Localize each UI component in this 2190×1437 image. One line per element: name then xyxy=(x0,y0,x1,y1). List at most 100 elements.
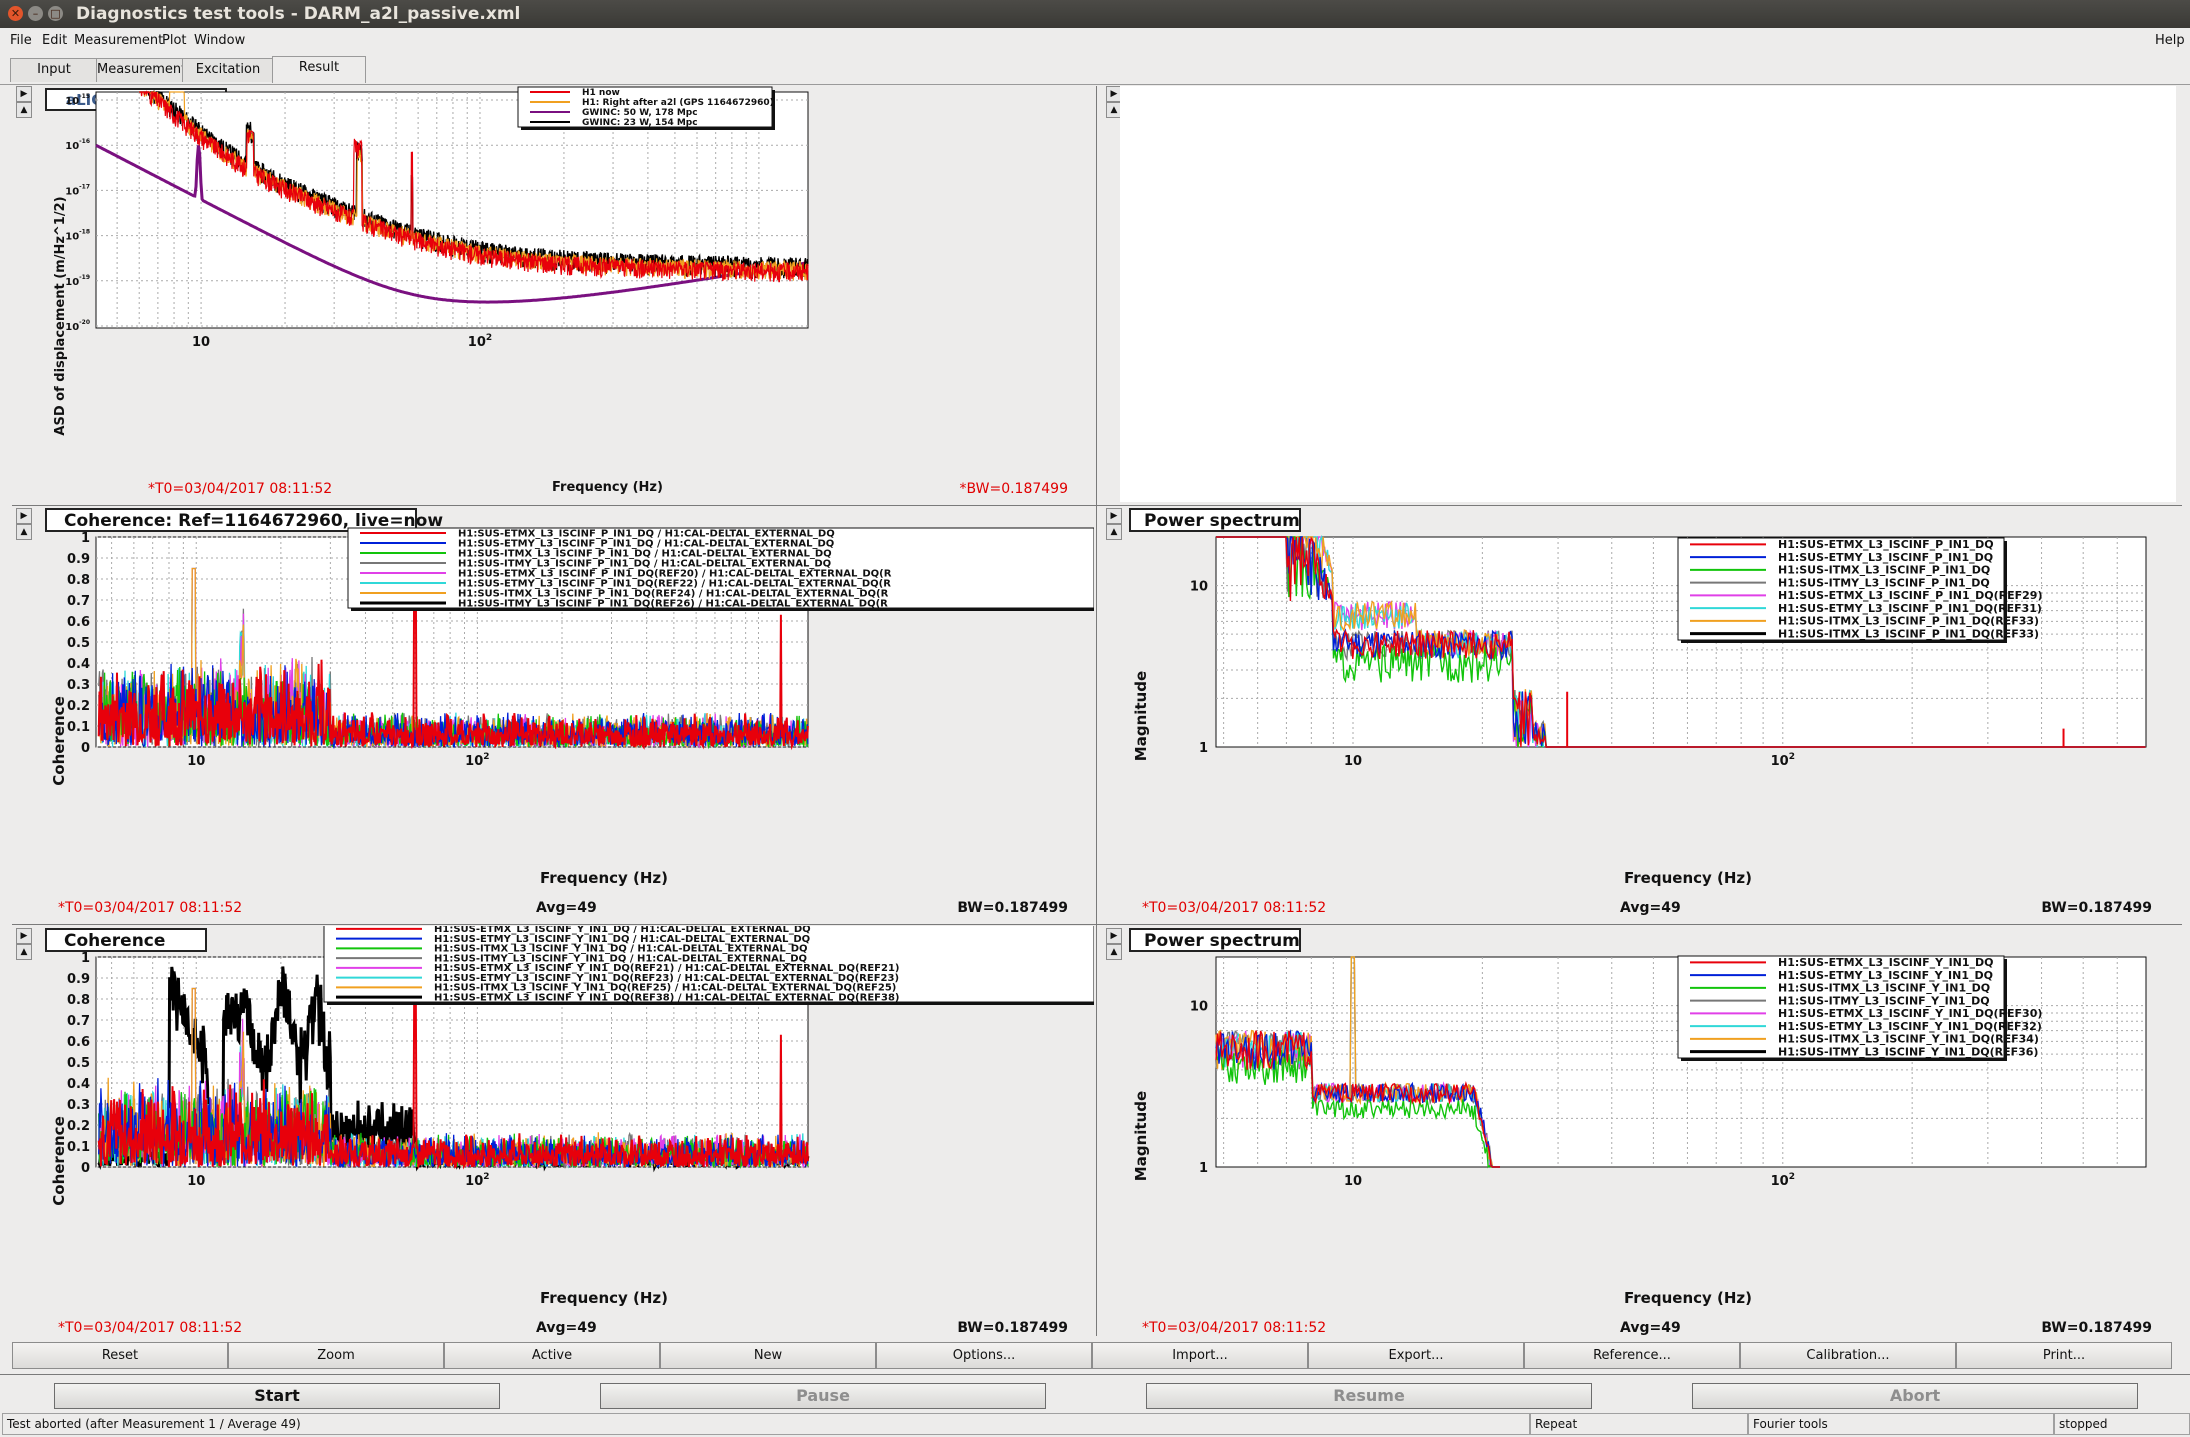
minimize-icon[interactable]: – xyxy=(28,6,43,21)
y-tick-label: 10-16 xyxy=(65,138,90,152)
panel-expand-arrow[interactable]: ▶ xyxy=(16,86,32,102)
x-axis-label: Frequency (Hz) xyxy=(540,1289,668,1307)
panel-collapse-arrow[interactable]: ▲ xyxy=(1106,524,1122,540)
coherence-yaw-plot-panel[interactable]: Coherence 1 0.9 0.8 0.7 0.6 0.5 0.4 0.3 0.2 0.1 0 1… xyxy=(40,926,1094,1342)
export-button[interactable]: Export... xyxy=(1308,1342,1524,1369)
y-tick-label: 1 xyxy=(81,531,90,546)
status-message: Test aborted (after Measurement 1 / Aver… xyxy=(2,1413,1530,1435)
y-tick-label: 0.8 xyxy=(67,993,90,1008)
legend-entry: H1:SUS-ETMX_L3_ISCINF_P_IN1_DQ xyxy=(1778,538,1994,551)
t0-label: *T0=03/04/2017 08:11:52 xyxy=(58,1320,242,1336)
resume-button[interactable]: Resume xyxy=(1146,1383,1592,1409)
legend-entry: H1:SUS-ITMX_L3_ISCINF_Y_IN1_DQ xyxy=(1778,982,1990,995)
reference-button[interactable]: Reference... xyxy=(1524,1342,1740,1369)
status-repeat: Repeat xyxy=(1530,1413,1748,1435)
t0-label: *T0=03/04/2017 08:11:52 xyxy=(1142,900,1326,916)
empty-plot-pad[interactable] xyxy=(1120,86,2176,502)
plot-title: Coherence xyxy=(64,931,165,951)
maximize-icon[interactable]: □ xyxy=(48,6,63,21)
tab-result[interactable]: Result xyxy=(272,56,366,83)
plot-legend: H1:SUS-ETMX_L3_ISCINF_Y_IN1_DQH1:SUS-ETM… xyxy=(1677,955,2042,1061)
y-tick-label: 10-20 xyxy=(65,319,90,333)
panel-collapse-arrow[interactable]: ▲ xyxy=(16,524,32,540)
options-button[interactable]: Options... xyxy=(876,1342,1092,1369)
plot-legend: H1:SUS-ETMX_L3_ISCINF_P_IN1_DQ H1:SUS-ETM… xyxy=(1677,537,2042,643)
calibration-button[interactable]: Calibration... xyxy=(1740,1342,1956,1369)
y-tick-label: 1 xyxy=(1199,741,1208,756)
avg-label: Avg=49 xyxy=(536,900,597,916)
menu-edit[interactable]: Edit xyxy=(42,33,67,48)
x-tick-label: 10 xyxy=(1344,754,1362,769)
y-tick-label: 1 xyxy=(1199,1161,1208,1176)
y-tick-label: 0.5 xyxy=(67,636,90,651)
y-axis-label: Coherence xyxy=(50,1116,68,1205)
avg-label: Avg=49 xyxy=(536,1320,597,1336)
panel-expand-arrow[interactable]: ▶ xyxy=(16,508,32,524)
power-spectrum-yaw-plot-panel[interactable]: Power spectrum 10 1 10 102 H1:SUS-ETMX_L3_I… xyxy=(1122,926,2178,1342)
print-button[interactable]: Print... xyxy=(1956,1342,2172,1369)
coherence-pitch-plot-panel[interactable]: Coherence: Ref=1164672960, live=now 10.9… xyxy=(40,506,1094,922)
panel-expand-arrow[interactable]: ▶ xyxy=(16,928,32,944)
plot-title: Power spectrum xyxy=(1144,511,1300,531)
legend-entry: H1:SUS-ITMX_L3_ISCINF_P_IN1_DQ xyxy=(1778,564,1990,577)
y-tick-label: 10-18 xyxy=(65,229,90,243)
abort-button[interactable]: Abort xyxy=(1692,1383,2138,1409)
x-axis-label: Frequency (Hz) xyxy=(552,480,663,495)
legend-entry: H1:SUS-ITMY_L3_ISCINF_P_IN1_DQ xyxy=(1778,576,1990,589)
new-button[interactable]: New xyxy=(660,1342,876,1369)
y-tick-label: 0.2 xyxy=(67,699,90,714)
x-tick-label: 10 xyxy=(187,1174,205,1189)
panel-expand-arrow[interactable]: ▶ xyxy=(1106,508,1122,524)
legend-entry: H1:SUS-ITMY_L3_ISCINF_Y_IN1_DQ xyxy=(1778,994,1990,1007)
divider xyxy=(0,1374,2190,1375)
menu-window[interactable]: Window xyxy=(194,33,245,48)
y-tick-label: 10 xyxy=(1190,1000,1208,1015)
panel-collapse-arrow[interactable]: ▲ xyxy=(1106,944,1122,960)
y-axis-label: Magnitude xyxy=(1132,1091,1150,1181)
t0-label: *T0=03/04/2017 08:11:52 xyxy=(58,900,242,916)
zoom-button[interactable]: Zoom xyxy=(228,1342,444,1369)
pane-divider xyxy=(1096,86,1097,1336)
reset-button[interactable]: Reset xyxy=(12,1342,228,1369)
y-tick-label: 10-19 xyxy=(65,274,90,288)
panel-collapse-arrow[interactable]: ▲ xyxy=(16,944,32,960)
legend-entry: H1:SUS-ETMX_L3_ISCINF_Y_IN1_DQ(REF38) / … xyxy=(434,992,899,1003)
bw-label: BW=0.187499 xyxy=(957,1320,1068,1336)
tab-input[interactable]: Input xyxy=(10,58,98,82)
y-tick-label: 0.7 xyxy=(67,1014,90,1029)
menu-plot[interactable]: Plot xyxy=(162,33,187,48)
y-tick-label: 0.7 xyxy=(67,594,90,609)
panel-collapse-arrow[interactable]: ▲ xyxy=(16,102,32,118)
legend-entry: H1:SUS-ETMY_L3_ISCINF_Y_IN1_DQ(REF32) xyxy=(1778,1020,2042,1033)
y-axis-label: Magnitude xyxy=(1132,671,1150,761)
import-button[interactable]: Import... xyxy=(1092,1342,1308,1369)
menu-help[interactable]: Help xyxy=(2155,33,2185,48)
tab-excitation[interactable]: Excitation xyxy=(182,58,274,82)
start-button[interactable]: Start xyxy=(54,1383,500,1409)
legend-entry: H1:SUS-ETMX_L3_ISCINF_P_IN1_DQ(REF29) xyxy=(1778,589,2042,602)
darm-plot-panel[interactable]: aLIGO DARM 10-1510-1610-1710-1810-1910-2… xyxy=(40,86,1094,502)
menu-measurement[interactable]: Measurement xyxy=(74,33,163,48)
t0-label: *T0=03/04/2017 08:11:52 xyxy=(148,481,332,497)
legend-entry: H1:SUS-ITMY_L3_ISCINF_P_IN1_DQ(REF26) / … xyxy=(458,598,888,609)
active-button[interactable]: Active xyxy=(444,1342,660,1369)
x-tick-label: 102 xyxy=(465,1172,489,1189)
plot-area[interactable]: 10-1510-1610-1710-1810-1910-2010 102 xyxy=(65,89,809,350)
legend-entry: H1:SUS-ETMY_L3_ISCINF_Y_IN1_DQ xyxy=(1778,969,1993,982)
close-icon[interactable]: ✕ xyxy=(8,6,23,21)
legend-entry: H1:SUS-ITMX_L3_ISCINF_P_IN1_DQ(REF33) xyxy=(1778,627,2039,640)
y-tick-label: 10-17 xyxy=(65,183,90,197)
x-tick-label: 102 xyxy=(468,333,492,350)
menu-file[interactable]: File xyxy=(10,33,32,48)
y-tick-label: 0 xyxy=(81,1161,90,1176)
y-tick-label: 0.9 xyxy=(67,552,90,567)
y-tick-label: 10 xyxy=(1190,580,1208,595)
pause-button[interactable]: Pause xyxy=(600,1383,1046,1409)
power-spectrum-pitch-plot-panel[interactable]: Power spectrum 10 1 10 102 H1:SUS-ETMX_L3_I… xyxy=(1122,506,2178,922)
status-tools: Fourier tools xyxy=(1748,1413,2054,1435)
y-tick-label: 0.1 xyxy=(67,720,90,735)
y-tick-label: 0.6 xyxy=(67,615,90,630)
tab-measurement[interactable]: Measurement xyxy=(96,58,186,82)
y-tick-label: 1 xyxy=(81,951,90,966)
panel-expand-arrow[interactable]: ▶ xyxy=(1106,928,1122,944)
